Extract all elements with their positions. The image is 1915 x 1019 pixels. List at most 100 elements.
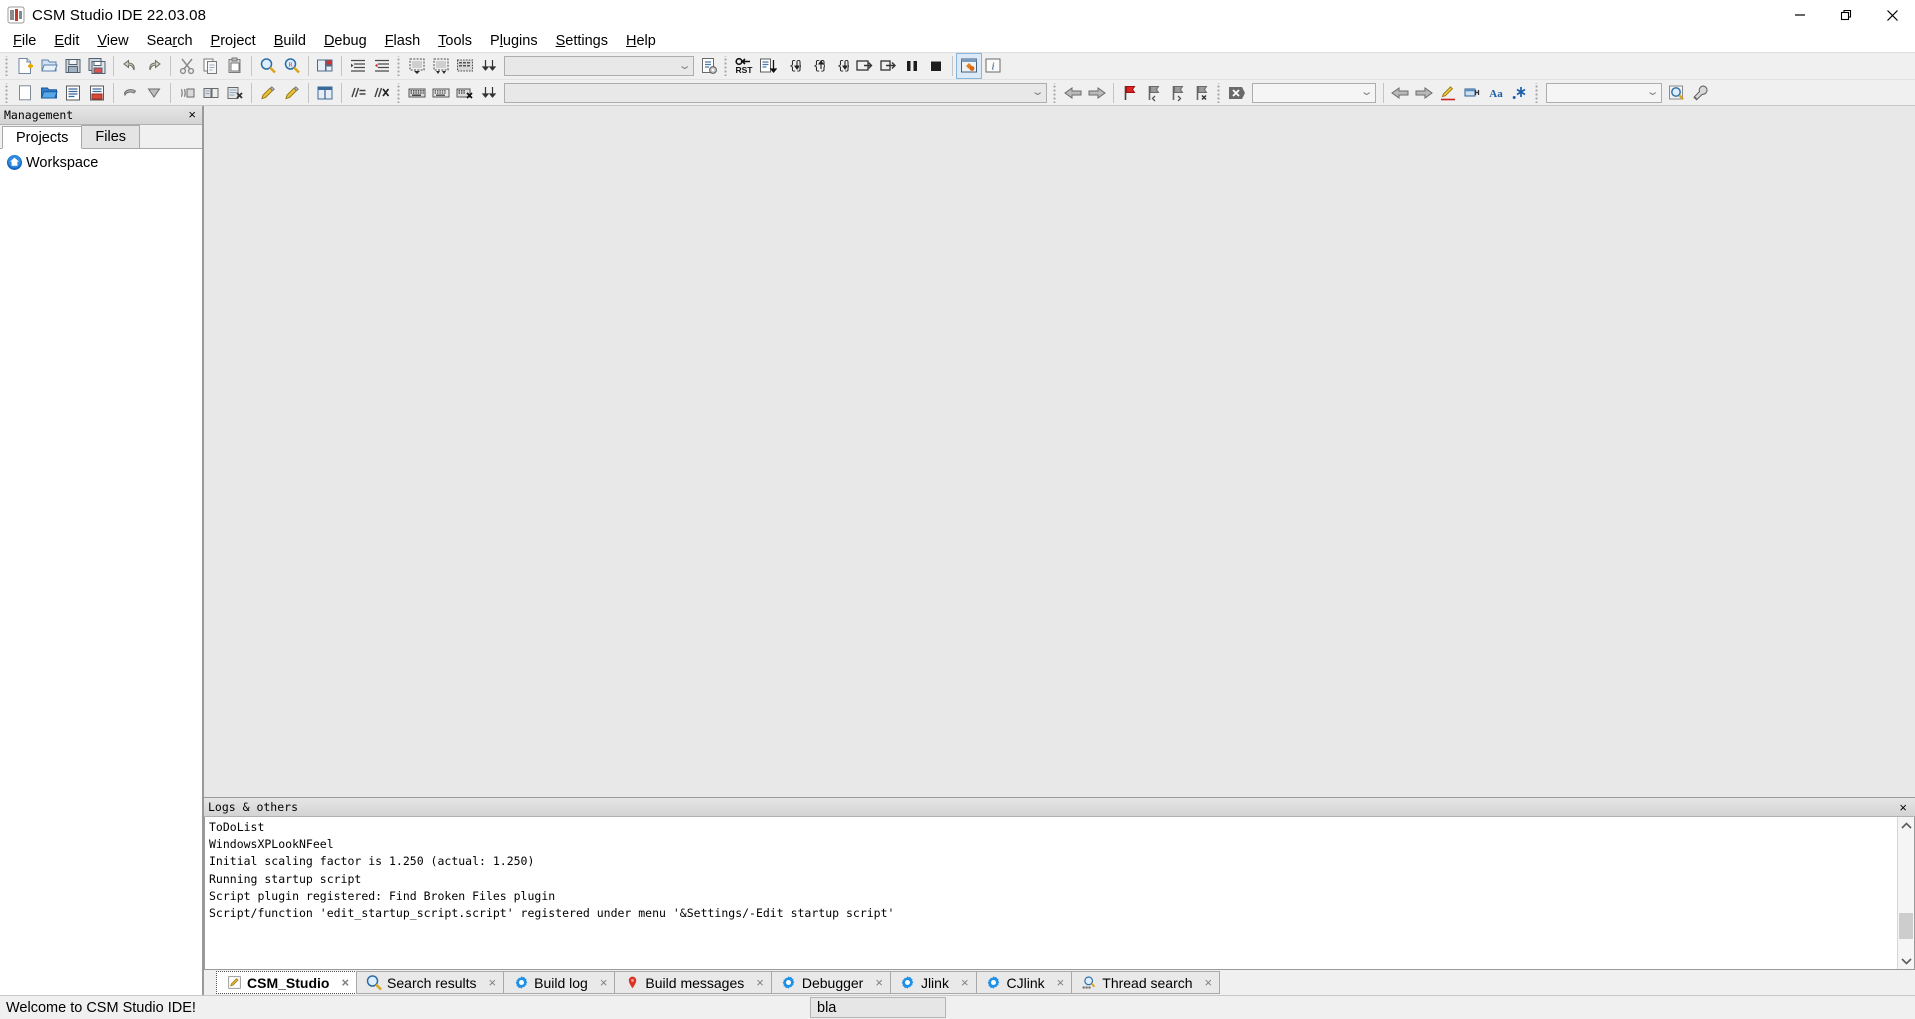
build-target-combo[interactable]: ⌄	[504, 82, 1047, 103]
book-help-button[interactable]	[313, 81, 337, 105]
nav-toolbar-grip[interactable]	[1052, 82, 1059, 103]
sort-symbols-button[interactable]	[756, 54, 780, 78]
menu-item-project[interactable]: Project	[202, 31, 265, 52]
management-tab-projects[interactable]: Projects	[2, 126, 83, 149]
collapse-all-button[interactable]	[477, 81, 501, 105]
projects-tree[interactable]: Workspace	[0, 149, 202, 995]
paste-button[interactable]	[223, 54, 247, 78]
pause-button[interactable]	[900, 54, 924, 78]
menu-item-tools[interactable]: Tools	[429, 31, 481, 52]
flash-write-button[interactable]	[256, 81, 280, 105]
run-button[interactable]	[142, 81, 166, 105]
status-field[interactable]: bla	[810, 997, 946, 1018]
new-project-button[interactable]	[13, 81, 37, 105]
compiler-toolbar-grip[interactable]	[4, 82, 11, 103]
log-tab-build-log[interactable]: Build log ×	[503, 971, 616, 994]
debug-windows-button[interactable]	[956, 53, 982, 79]
rebuild-button[interactable]	[199, 81, 223, 105]
toggle-bookmark-button[interactable]	[1118, 81, 1142, 105]
keyboard-config-button[interactable]	[453, 81, 477, 105]
close-icon[interactable]: ×	[753, 975, 767, 990]
main-toolbar-grip[interactable]	[4, 56, 11, 76]
search-toolbar-grip[interactable]	[1216, 82, 1223, 103]
debug-step-into-button[interactable]	[477, 54, 501, 78]
search-next-button[interactable]	[1412, 81, 1436, 105]
jump-prev-brace-button[interactable]: {}	[804, 54, 828, 78]
find-in-files-button[interactable]	[1665, 81, 1689, 105]
debug-target-combo[interactable]: ⌄	[504, 56, 694, 76]
copy-button[interactable]	[199, 54, 223, 78]
close-icon[interactable]: ×	[1202, 975, 1216, 990]
menu-item-view[interactable]: View	[88, 31, 137, 52]
menu-item-help[interactable]: Help	[617, 31, 665, 52]
cut-button[interactable]	[175, 54, 199, 78]
stop-button[interactable]	[924, 54, 948, 78]
minimize-icon[interactable]	[1777, 0, 1823, 30]
project-close-button[interactable]	[85, 81, 109, 105]
menu-item-debug[interactable]: Debug	[315, 31, 376, 52]
log-tab-csm-studio[interactable]: CSM_Studio ×	[216, 971, 358, 994]
chevron-down-icon[interactable]: ⌄	[677, 60, 691, 72]
close-icon[interactable]: ×	[1054, 975, 1068, 990]
comment-button[interactable]	[346, 81, 370, 105]
log-tab-jlink[interactable]: Jlink ×	[889, 971, 977, 994]
menu-item-settings[interactable]: Settings	[547, 31, 617, 52]
log-tab-build-messages[interactable]: Build messages ×	[614, 971, 772, 994]
reset-button[interactable]: RST	[732, 54, 756, 78]
info-button[interactable]: i	[981, 54, 1005, 78]
management-tab-files[interactable]: Files	[81, 125, 141, 148]
close-icon[interactable]: ×	[872, 975, 886, 990]
menu-item-build[interactable]: Build	[265, 31, 315, 52]
next-bookmark-button[interactable]	[1166, 81, 1190, 105]
abort-build-button[interactable]	[223, 81, 247, 105]
close-icon[interactable]	[1869, 0, 1915, 30]
search-combo[interactable]: ⌄	[1252, 82, 1376, 103]
redo-button[interactable]	[142, 54, 166, 78]
toggle-panels-button[interactable]	[313, 54, 337, 78]
build-button[interactable]	[118, 81, 142, 105]
chevron-down-icon[interactable]: ⌄	[1645, 87, 1659, 98]
search-in-selection-button[interactable]	[1460, 81, 1484, 105]
menu-item-flash[interactable]: Flash	[376, 31, 429, 52]
close-icon[interactable]: ×	[486, 975, 500, 990]
save-file-button[interactable]	[61, 54, 85, 78]
brace-match-button[interactable]: {}	[828, 54, 852, 78]
keyboard-1-button[interactable]	[405, 81, 429, 105]
chevron-down-icon[interactable]: ⌄	[1359, 87, 1373, 98]
open-project-button[interactable]	[37, 81, 61, 105]
close-icon[interactable]: ×	[958, 975, 972, 990]
menu-item-plugins[interactable]: Plugins	[481, 31, 547, 52]
debug-continue-button[interactable]	[405, 54, 429, 78]
log-tab-cjlink[interactable]: CJlink ×	[975, 971, 1073, 994]
scrollbar-thumb[interactable]	[1899, 913, 1913, 939]
prev-bookmark-button[interactable]	[1142, 81, 1166, 105]
log-tab-search-results[interactable]: Search results ×	[356, 971, 505, 994]
find-options-button[interactable]	[1689, 81, 1713, 105]
match-case-button[interactable]: Aa	[1484, 81, 1508, 105]
editor-area[interactable]	[203, 106, 1915, 798]
save-all-button[interactable]	[85, 54, 109, 78]
debug-step-button[interactable]	[429, 54, 453, 78]
regex-button[interactable]	[1508, 81, 1532, 105]
jump-next-brace-button[interactable]: {}	[780, 54, 804, 78]
tree-node-workspace[interactable]: Workspace	[0, 153, 202, 172]
step-out-button[interactable]	[876, 54, 900, 78]
close-icon[interactable]: ×	[188, 107, 196, 123]
nav-back-button[interactable]	[1061, 81, 1085, 105]
keyboard-toolbar-grip[interactable]	[396, 82, 403, 103]
close-icon[interactable]: ×	[338, 975, 352, 990]
replace-button[interactable]: R	[280, 54, 304, 78]
uncomment-button[interactable]	[370, 81, 394, 105]
project-list-button[interactable]	[61, 81, 85, 105]
debug-breakpoints-button[interactable]	[453, 54, 477, 78]
chevron-down-icon[interactable]: ⌄	[1030, 87, 1044, 98]
build-and-run-button[interactable]	[175, 81, 199, 105]
menu-item-edit[interactable]: Edit	[45, 31, 88, 52]
scroll-down-icon[interactable]	[1898, 952, 1915, 969]
indent-button[interactable]	[346, 54, 370, 78]
new-file-button[interactable]	[13, 54, 37, 78]
scroll-up-icon[interactable]	[1898, 817, 1915, 834]
menu-item-file[interactable]: File	[4, 31, 45, 52]
step-over-button[interactable]	[852, 54, 876, 78]
log-tab-thread-search[interactable]: Thread search ×	[1071, 971, 1221, 994]
